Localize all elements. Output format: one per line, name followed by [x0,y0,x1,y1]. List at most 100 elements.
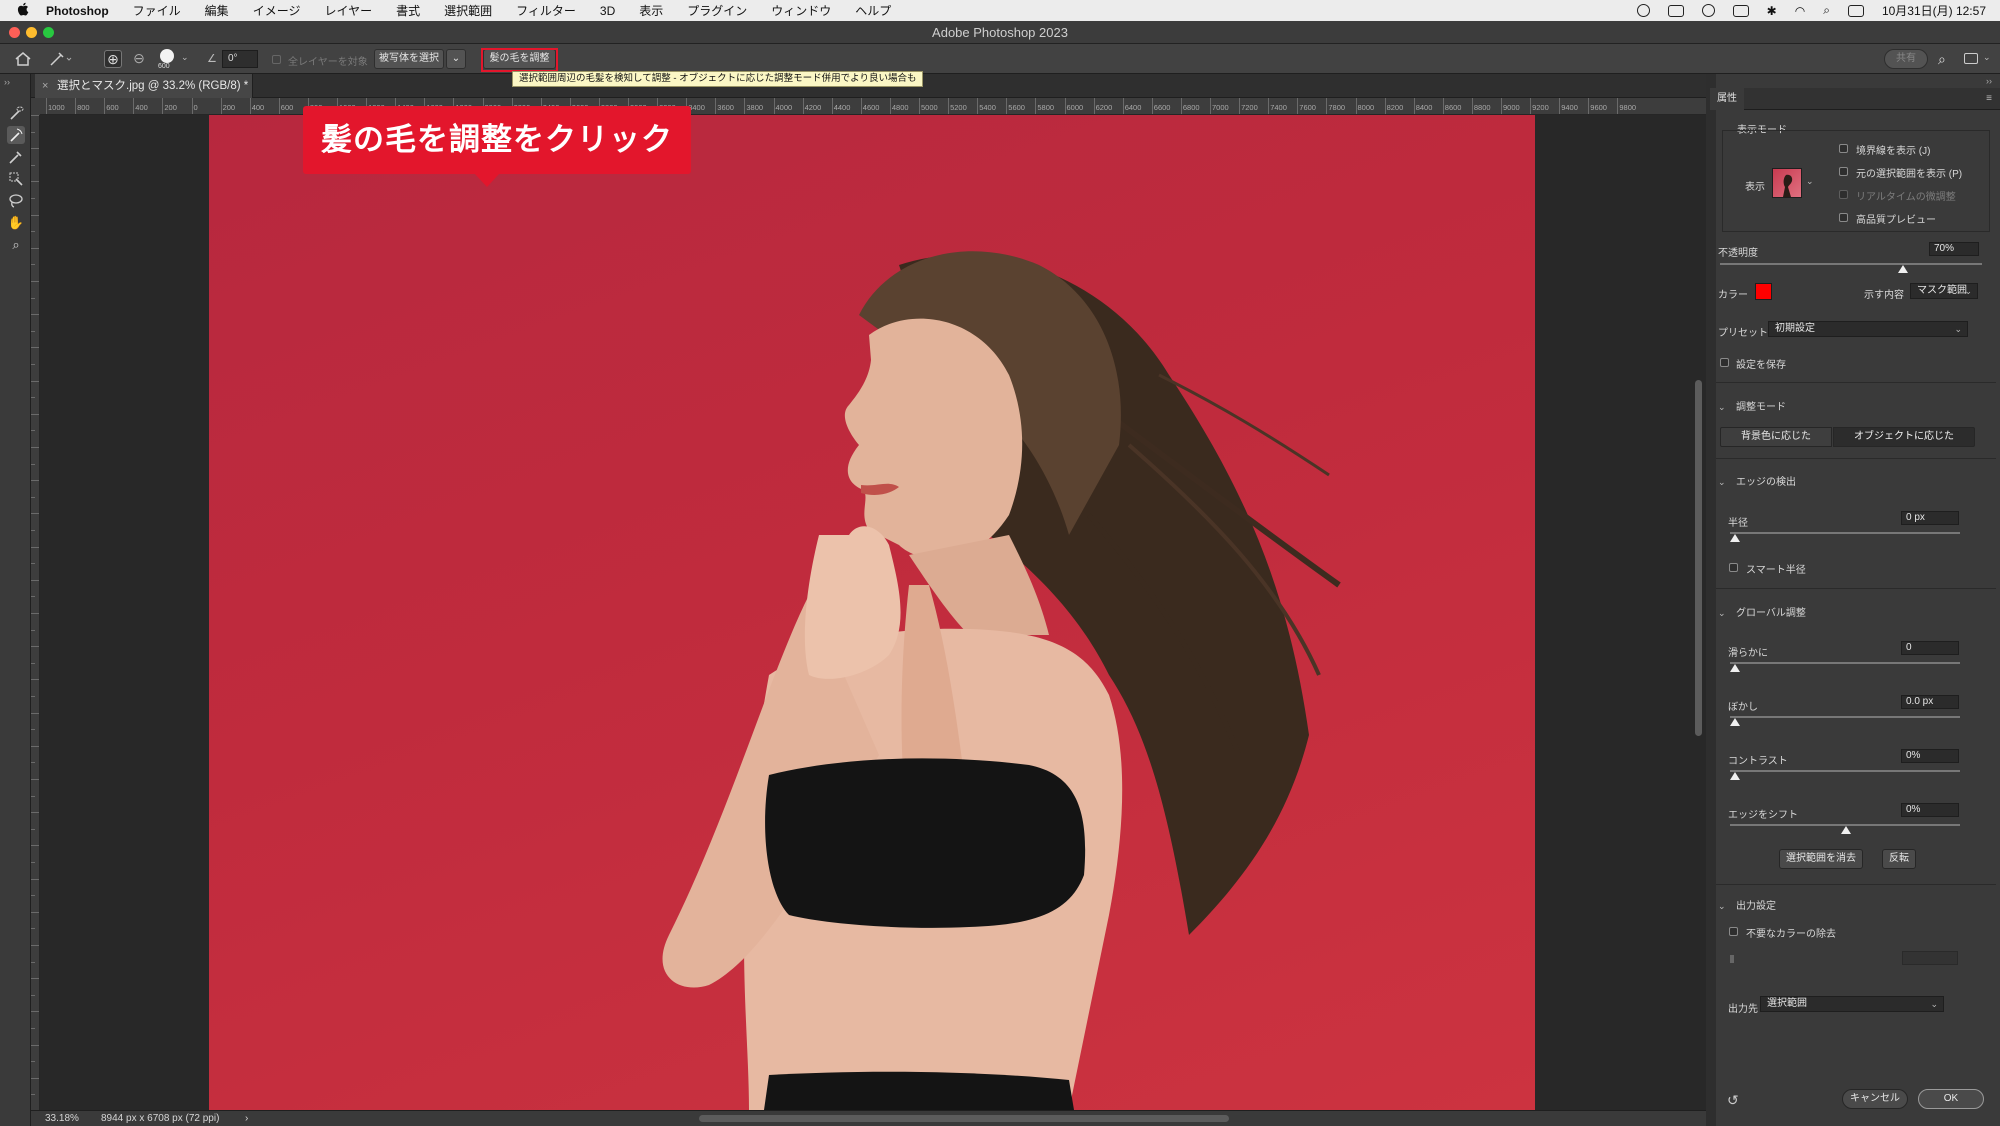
menubar-clock[interactable]: 10月31日(月) 12:57 [1882,2,1986,19]
show-edge-checkbox[interactable] [1839,144,1848,153]
brush-size-dot-icon[interactable] [160,49,174,63]
radius-field[interactable]: 0 px [1901,511,1959,525]
quick-selection-tool-icon[interactable] [7,104,25,122]
workspace-chevron-icon[interactable]: ⌄ [1983,52,1991,63]
toolbar-collapse-icon[interactable]: ›› [4,77,10,87]
status-menu-chevron-icon[interactable]: › [245,1111,248,1126]
lasso-tool-icon[interactable] [7,192,25,210]
menu-file[interactable]: ファイル [133,2,181,19]
search-icon[interactable]: ⌕ [1938,51,1946,68]
view-mode-chevron-icon[interactable]: ⌄ [1806,176,1814,187]
creative-cloud-icon[interactable] [1636,4,1650,17]
contrast-field[interactable]: 0% [1901,749,1959,763]
control-center-icon[interactable] [1701,4,1715,17]
invert-button[interactable]: 反転 [1882,849,1916,869]
canvas-horizontal-scrollbar[interactable] [699,1115,1229,1122]
save-settings-checkbox[interactable] [1720,358,1729,367]
panel-collapse-icon[interactable]: ›› [1986,76,1992,86]
spotlight-icon[interactable]: ⌕ [1823,3,1830,18]
canvas-vertical-scrollbar[interactable] [1695,380,1702,736]
output-to-select[interactable]: 選択範囲 ⌄ [1760,996,1944,1012]
panel-menu-icon[interactable]: ≡ [1986,93,1992,104]
menu-window[interactable]: ウィンドウ [771,2,831,19]
smooth-slider-track[interactable] [1730,662,1960,664]
smooth-field[interactable]: 0 [1901,641,1959,655]
home-icon[interactable] [14,50,32,68]
apple-icon[interactable] [0,2,46,19]
screen-mirror-icon[interactable] [1667,4,1684,17]
menu-edit[interactable]: 編集 [205,2,229,19]
zoom-tool-icon[interactable]: ⌕ [7,236,25,254]
opacity-field[interactable]: 70% [1929,242,1979,256]
refine-edge-brush-preset-icon[interactable] [48,50,72,68]
shift-edge-slider-thumb[interactable] [1841,826,1851,834]
refine-edge-brush-tool-icon[interactable] [7,126,25,144]
menu-plugins[interactable]: プラグイン [687,2,747,19]
preset-select[interactable]: 初期設定 ⌄ [1768,321,1968,337]
color-aware-button[interactable]: 背景色に応じた [1720,427,1832,447]
contrast-slider-track[interactable] [1730,770,1960,772]
shift-edge-field[interactable]: 0% [1901,803,1959,817]
select-subject-button[interactable]: 被写体を選択 [374,49,444,69]
output-settings-header[interactable]: ⌄ 出力設定 [1718,897,1776,912]
feather-field[interactable]: 0.0 px [1901,695,1959,709]
show-original-checkbox[interactable] [1839,167,1848,176]
decontaminate-checkbox[interactable] [1729,927,1738,936]
realtime-refine-checkbox[interactable] [1839,190,1848,199]
canvas-area[interactable] [40,115,1706,1110]
hq-preview-checkbox[interactable] [1839,213,1848,222]
menu-image[interactable]: イメージ [253,2,301,19]
menu-filter[interactable]: フィルター [516,2,576,19]
document-tab[interactable]: × 選択とマスク.jpg @ 33.2% (RGB/8) * [35,74,253,98]
subtract-from-selection-icon[interactable]: ⊖ [130,50,148,68]
ruler-tick-mark [1035,98,1037,114]
wifi-icon[interactable]: ◠ [1795,4,1805,18]
ruler-tick-mark [31,662,35,664]
brush-tool-icon[interactable] [7,148,25,166]
indicates-select[interactable]: マスク範囲 ⌄ [1910,283,1978,299]
radius-slider-track[interactable] [1730,532,1960,534]
sample-all-layers-checkbox[interactable] [272,55,281,64]
mask-color-swatch[interactable] [1755,283,1772,300]
angle-field[interactable]: 0° [222,50,258,68]
edge-detection-header[interactable]: ⌄ エッジの検出 [1718,473,1796,488]
object-aware-button[interactable]: オブジェクトに応じた [1833,427,1975,447]
feather-slider-track[interactable] [1730,716,1960,718]
select-subject-chevron-icon[interactable]: ⌄ [446,49,466,69]
workspace-icon[interactable] [1964,53,1978,64]
opacity-slider-track[interactable] [1720,263,1982,265]
close-document-icon[interactable]: × [42,74,48,98]
view-mode-thumbnail[interactable] [1772,168,1802,198]
smart-radius-checkbox[interactable] [1729,563,1738,572]
contrast-slider-thumb[interactable] [1730,772,1740,780]
brush-options-chevron-icon[interactable]: ⌄ [181,52,189,63]
menu-app-name[interactable]: Photoshop [46,4,109,18]
reset-icon[interactable]: ↺ [1727,1092,1739,1109]
cancel-button[interactable]: キャンセル [1842,1089,1908,1109]
tab-properties[interactable]: 属性 [1710,88,1744,110]
share-button[interactable]: 共有 [1884,49,1928,69]
app-status-icon[interactable] [1732,4,1749,17]
menu-view[interactable]: 表示 [639,2,663,19]
radius-slider-thumb[interactable] [1730,534,1740,542]
menu-type[interactable]: 書式 [396,2,420,19]
clear-selection-button[interactable]: 選択範囲を消去 [1779,849,1863,869]
menu-select[interactable]: 選択範囲 [444,2,492,19]
menu-layer[interactable]: レイヤー [324,2,372,19]
hand-tool-icon[interactable]: ✋ [7,214,25,232]
ruler-tick-mark [31,1011,39,1013]
zoom-level[interactable]: 33.18% [45,1111,79,1126]
menu-help[interactable]: ヘルプ [855,2,891,19]
refine-mode-header[interactable]: ⌄ 調整モード [1718,398,1786,413]
add-to-selection-icon[interactable]: ⊕ [104,50,122,68]
smooth-slider-thumb[interactable] [1730,664,1740,672]
bluetooth-icon[interactable]: ✱ [1767,4,1777,18]
global-refinements-header[interactable]: ⌄ グローバル調整 [1718,604,1806,619]
document-image[interactable] [209,115,1535,1110]
object-selection-tool-icon[interactable] [7,170,25,188]
feather-slider-thumb[interactable] [1730,718,1740,726]
ok-button[interactable]: OK [1918,1089,1984,1109]
opacity-slider-thumb[interactable] [1898,265,1909,273]
menu-3d[interactable]: 3D [600,4,615,18]
user-switch-icon[interactable] [1847,4,1864,17]
